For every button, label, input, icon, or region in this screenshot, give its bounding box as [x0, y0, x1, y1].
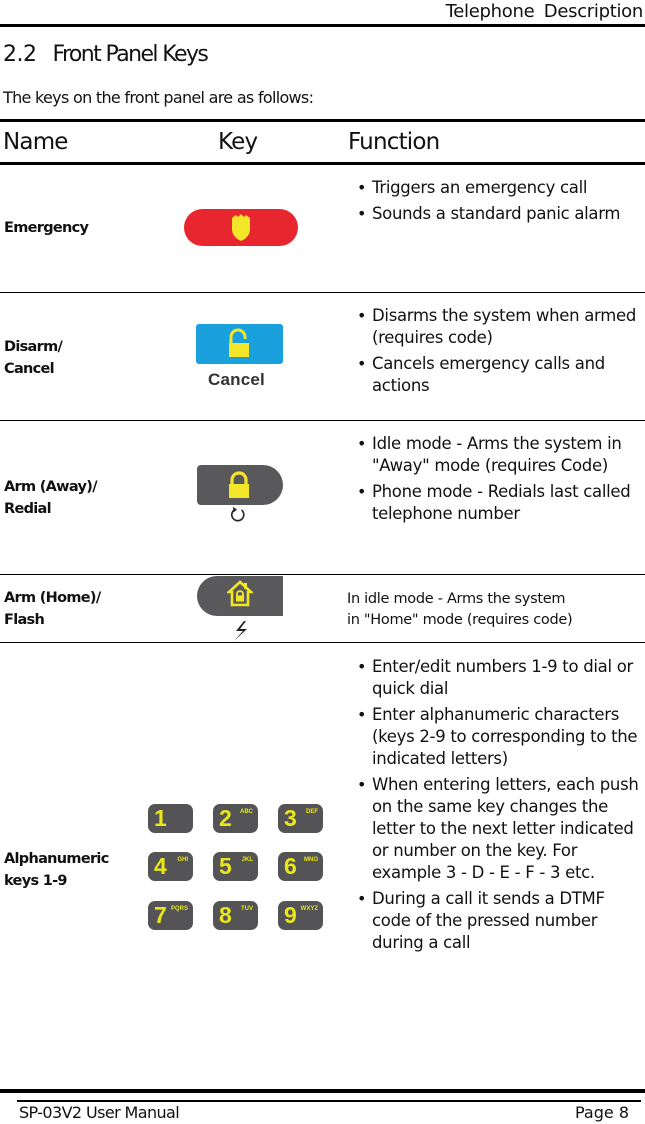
function-list: Disarms the system when armed (requires … — [356, 305, 645, 401]
key-digit: 2 — [219, 805, 232, 831]
row-name: Disarm/ Cancel — [4, 336, 63, 380]
function-item: When entering letters, each push on the … — [356, 774, 645, 884]
keypad-key-1: 1 — [148, 804, 193, 833]
key-digit: 9 — [284, 902, 297, 928]
keypad-key-6: 6 MNO — [278, 852, 323, 881]
function-list: Enter/edit numbers 1-9 to dial or quick … — [356, 656, 645, 958]
table-header-rule — [0, 162, 645, 165]
table-top-rule — [0, 119, 645, 122]
key-digit: 6 — [284, 853, 297, 879]
cancel-key-label: Cancel — [208, 370, 265, 389]
footer-manual-title: SP-03V2 User Manual — [19, 1103, 180, 1122]
function-item: Enter/edit numbers 1-9 to dial or quick … — [356, 656, 645, 700]
row-name-line: Flash — [4, 612, 45, 628]
function-item: During a call it sends a DTMF code of th… — [356, 888, 645, 954]
keypad-key-4: 4 GHI — [148, 852, 193, 881]
key-letters: PQRS — [170, 906, 188, 912]
key-digit: 7 — [154, 902, 167, 928]
home-lock-icon — [227, 580, 253, 607]
unlock-icon — [229, 328, 249, 357]
keypad-key-9: 9 WXYZ — [278, 901, 323, 930]
column-header-name: Name — [3, 129, 68, 155]
table-bottom-rule — [0, 1089, 645, 1093]
function-list: Idle mode - Arms the system in "Away" mo… — [356, 433, 645, 529]
column-header-function: Function — [348, 129, 440, 155]
row-name-line: Redial — [4, 501, 52, 517]
keypad-key-8: 8 TUV — [213, 901, 258, 930]
keypad-key-7: 7 PQRS — [148, 901, 193, 930]
keypad-key-5: 5 JKL — [213, 852, 258, 881]
key-digit: 8 — [219, 902, 232, 928]
function-list: Triggers an emergency call Sounds a stan… — [356, 177, 645, 229]
row-name-line: Disarm/ — [4, 339, 63, 355]
row-name: Alphanumeric keys 1-9 — [4, 848, 109, 892]
row-name: Arm (Away)/ Redial — [4, 476, 97, 520]
row-name-line: Arm (Home)/ — [4, 590, 101, 606]
function-line: In idle mode - Arms the system — [347, 591, 566, 607]
key-digit: 4 — [154, 853, 167, 879]
key-letters: TUV — [241, 906, 253, 912]
key-letters: ABC — [240, 809, 253, 815]
footer-page-number: Page 8 — [575, 1103, 629, 1122]
arm-home-key — [197, 576, 283, 616]
key-letters: GHI — [177, 857, 188, 863]
row-name: Emergency — [4, 220, 89, 236]
row-name-line: Cancel — [4, 361, 55, 377]
section-number: 2.2 — [3, 42, 37, 67]
emergency-key — [184, 209, 298, 246]
cancel-key — [196, 324, 283, 364]
function-item: Sounds a standard panic alarm — [356, 203, 645, 225]
function-item: Phone mode - Redials last called telepho… — [356, 481, 645, 525]
keypad-key-2: 2 ABC — [213, 804, 258, 833]
keypad-key-3: 3 DEF — [278, 804, 323, 833]
function-item: Enter alphanumeric characters (keys 2-9 … — [356, 704, 645, 770]
function-text: In idle mode - Arms the system in "Home"… — [347, 589, 573, 631]
key-digit: 1 — [154, 805, 167, 831]
row-name-line: Alphanumeric — [4, 851, 109, 867]
section-heading: 2.2 Front Panel Keys — [3, 42, 209, 67]
function-item: Disarms the system when armed (requires … — [356, 305, 645, 349]
function-item: Triggers an emergency call — [356, 177, 645, 199]
function-item: Cancels emergency calls and actions — [356, 353, 645, 397]
shield-icon — [232, 214, 250, 241]
row-divider — [0, 292, 645, 293]
key-digit: 5 — [219, 853, 232, 879]
row-divider — [0, 642, 645, 643]
key-digit: 3 — [284, 805, 297, 831]
key-letters: DEF — [306, 809, 318, 815]
function-line: in "Home" mode (requires code) — [347, 612, 573, 628]
header-rule — [0, 24, 645, 27]
lock-icon — [229, 471, 249, 498]
key-letters: MNO — [304, 857, 318, 863]
flash-icon — [234, 621, 247, 641]
arm-away-key — [197, 465, 283, 505]
footer-rule — [17, 1100, 641, 1102]
redial-icon — [231, 507, 245, 522]
key-letters: JKL — [241, 857, 253, 863]
row-name-line: keys 1-9 — [4, 873, 68, 889]
row-divider — [0, 574, 645, 575]
column-header-key: Key — [218, 129, 258, 155]
row-name-line: Arm (Away)/ — [4, 479, 97, 495]
function-item: Idle mode - Arms the system in "Away" mo… — [356, 433, 645, 477]
row-name: Arm (Home)/ Flash — [4, 587, 101, 631]
key-letters: WXYZ — [300, 906, 318, 912]
intro-text: The keys on the front panel are as follo… — [3, 88, 314, 107]
row-divider — [0, 420, 645, 421]
section-title: Front Panel Keys — [52, 42, 209, 67]
running-header: Telephone Description — [445, 1, 644, 22]
